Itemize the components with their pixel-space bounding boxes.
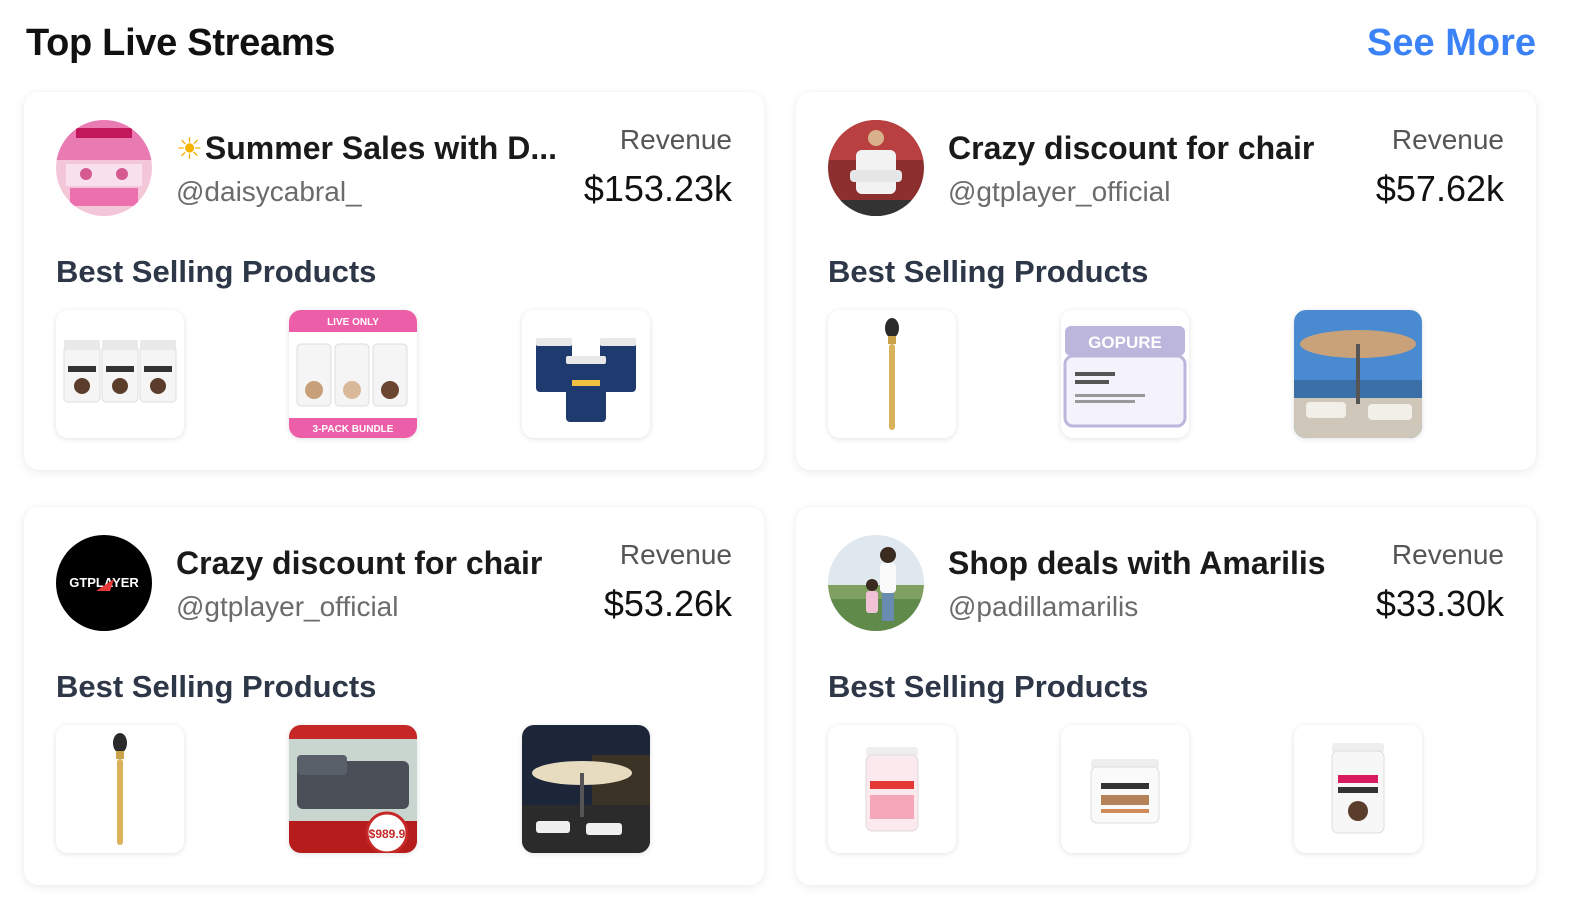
revenue-value: $53.26k xyxy=(603,583,732,624)
product-list xyxy=(828,725,1504,853)
product-thumb[interactable] xyxy=(56,725,184,853)
best-selling-label: Best Selling Products xyxy=(56,254,377,289)
revenue-label: Revenue xyxy=(619,539,732,570)
product-brand: GOPURE xyxy=(1088,333,1162,352)
product-thumb[interactable] xyxy=(828,725,956,853)
bundle-badge-top: LIVE ONLY xyxy=(327,317,379,328)
product-thumb[interactable]: $989.9 xyxy=(289,725,417,853)
product-thumb[interactable] xyxy=(828,310,956,438)
product-thumb[interactable] xyxy=(1294,310,1422,438)
revenue-label: Revenue xyxy=(1391,539,1504,570)
section-header: Top Live Streams See More xyxy=(0,0,1574,90)
stream-title[interactable]: Crazy discount for chair xyxy=(948,130,1338,167)
avatar[interactable]: GTPLAYER xyxy=(56,535,152,631)
product-thumb[interactable] xyxy=(1061,725,1189,853)
avatar[interactable] xyxy=(56,120,152,216)
stream-card[interactable]: GTPLAYER Crazy discount for chair @gtpla… xyxy=(24,507,764,885)
product-list: GOPURE xyxy=(828,310,1504,438)
product-thumb[interactable] xyxy=(56,310,184,438)
stream-card[interactable]: Crazy discount for chair @gtplayer_offic… xyxy=(796,92,1536,470)
avatar[interactable] xyxy=(828,535,924,631)
best-selling-label: Best Selling Products xyxy=(828,254,1149,289)
see-more-link[interactable]: See More xyxy=(1367,22,1536,65)
stream-title[interactable]: Shop deals with Amarilis xyxy=(948,545,1338,582)
stream-title[interactable]: Crazy discount for chair xyxy=(176,545,566,582)
stream-card[interactable]: Shop deals with Amarilis @padillamarilis… xyxy=(796,507,1536,885)
stream-handle[interactable]: @padillamarilis xyxy=(948,591,1138,623)
revenue-label: Revenue xyxy=(1391,124,1504,155)
stream-handle[interactable]: @gtplayer_official xyxy=(176,591,398,623)
best-selling-label: Best Selling Products xyxy=(828,669,1149,704)
product-list: LIVE ONLY 3-PACK BUNDLE xyxy=(56,310,732,438)
product-thumb[interactable]: GOPURE xyxy=(1061,310,1189,438)
revenue-value: $153.23k xyxy=(583,168,732,209)
stream-title[interactable]: ☀Summer Sales with D... xyxy=(176,130,566,167)
product-thumb[interactable] xyxy=(1294,725,1422,853)
revenue-value: $57.62k xyxy=(1375,168,1504,209)
product-thumb[interactable] xyxy=(522,725,650,853)
bundle-badge-bottom: 3-PACK BUNDLE xyxy=(313,424,394,435)
product-list: $989.9 xyxy=(56,725,732,853)
revenue-label: Revenue xyxy=(619,124,732,155)
section-title: Top Live Streams xyxy=(26,22,336,64)
stream-handle[interactable]: @gtplayer_official xyxy=(948,176,1170,208)
stream-handle[interactable]: @daisycabral_ xyxy=(176,176,362,208)
revenue-value: $33.30k xyxy=(1375,583,1504,624)
product-thumb[interactable]: LIVE ONLY 3-PACK BUNDLE xyxy=(289,310,417,438)
avatar[interactable] xyxy=(828,120,924,216)
best-selling-label: Best Selling Products xyxy=(56,669,377,704)
sun-icon: ☀ xyxy=(176,133,203,166)
stream-card[interactable]: ☀Summer Sales with D... @daisycabral_ Re… xyxy=(24,92,764,470)
product-thumb[interactable] xyxy=(522,310,650,438)
product-price: $989.9 xyxy=(369,827,406,841)
